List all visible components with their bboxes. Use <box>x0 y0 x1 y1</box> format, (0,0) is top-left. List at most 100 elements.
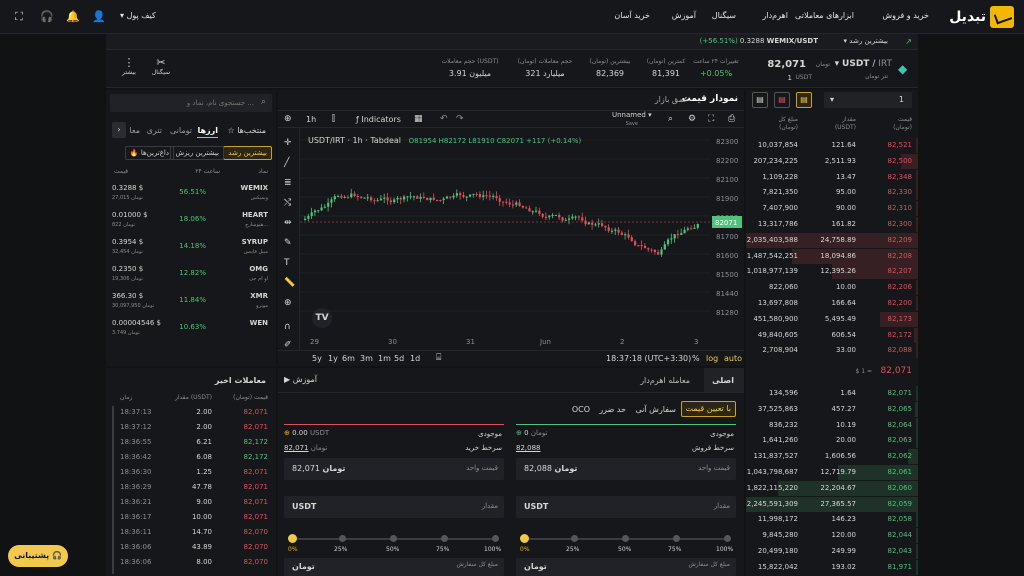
slider-stop[interactable] <box>492 535 499 542</box>
book-row[interactable]: 82,044 120.00 9,845,280 <box>746 528 918 544</box>
add-funds-icon[interactable]: ⊕ <box>516 429 522 437</box>
range-3m[interactable]: 3m <box>360 354 373 363</box>
brush-icon[interactable]: ✎ <box>284 238 292 248</box>
nav-education[interactable]: آموزش <box>672 11 696 20</box>
buy-total-input[interactable]: مبلغ کل سفارش تومان <box>516 558 736 576</box>
magnet-icon[interactable]: ∩ <box>284 322 291 332</box>
range-1m[interactable]: 1m <box>378 354 391 363</box>
layouts-icon[interactable]: ▦ <box>414 114 423 124</box>
tabs-scroll-chevron-icon[interactable]: › <box>112 122 126 138</box>
book-row[interactable]: 82,061 12,719.79 1,043,798,687 <box>746 465 918 480</box>
book-row[interactable]: 82,064 10.19 836,232 <box>746 417 918 433</box>
tab-favorites[interactable]: ☆ منتخب‌ها <box>227 126 266 135</box>
market-row[interactable]: WEN 10.63% 0.00004546 $ 3.749 تومان <box>106 317 276 343</box>
book-view-bids-icon[interactable]: ▤ <box>796 92 812 108</box>
auto-toggle[interactable]: auto <box>724 354 742 363</box>
nav-easy-buy[interactable]: خرید آسان <box>614 11 650 20</box>
market-row[interactable]: XMR مونرو 11.84% 366.30 $ 30,097,950 توم… <box>106 290 276 316</box>
book-row[interactable]: 82,206 10.00 822,060 <box>746 280 918 296</box>
add-symbol-icon[interactable]: ⊕ <box>284 114 292 124</box>
fib-icon[interactable]: ≣ <box>284 178 292 188</box>
book-row[interactable]: 82,088 33.00 2,708,904 <box>746 343 918 359</box>
book-row[interactable]: 82,500 2,511.93 207,234,225 <box>746 153 918 169</box>
bell-icon[interactable]: 🔔 <box>66 10 80 24</box>
redo-icon[interactable]: ↷ <box>456 114 464 124</box>
crosshair-icon[interactable]: ✛ <box>284 138 292 148</box>
nav-buy-sell[interactable]: خرید و فروش <box>882 11 929 20</box>
chip-top-losers[interactable]: بیشترین ریزش <box>170 146 224 160</box>
slider-handle[interactable] <box>520 534 529 543</box>
slider-stop[interactable] <box>390 535 397 542</box>
book-row[interactable]: 82,200 166.64 13,697,808 <box>746 296 918 311</box>
book-row[interactable]: 82,310 90.00 7,407,900 <box>746 201 918 217</box>
chip-hottest[interactable]: 🔥 داغ‌ترین‌ها <box>124 146 174 160</box>
book-row[interactable]: 82,071 1.64 134,596 <box>746 386 918 401</box>
signal-button[interactable]: ✂ سیگنال <box>146 56 176 76</box>
candlestick-chart[interactable]: 8230082200821008190081800817008160081500… <box>300 128 744 350</box>
log-toggle[interactable]: log <box>706 354 718 363</box>
book-row[interactable]: 82,300 161.82 13,317,786 <box>746 217 918 232</box>
sell-total-input[interactable]: مبلغ کل سفارش تومان <box>284 558 504 576</box>
type-oco[interactable]: OCO <box>572 405 590 414</box>
range-6m[interactable]: 6m <box>342 354 355 363</box>
sell-amount-input[interactable]: مقدار USDT <box>284 496 504 518</box>
type-limit[interactable]: با تعیین قیمت <box>680 401 736 417</box>
tab-currencies[interactable]: ارزها <box>197 126 218 138</box>
book-view-both-icon[interactable]: ▤ <box>752 92 768 108</box>
pattern-icon[interactable]: ⤭ <box>284 198 291 208</box>
slider-stop[interactable] <box>339 535 346 542</box>
more-button[interactable]: ⋮ بیشتر <box>114 56 144 76</box>
camera-icon[interactable]: ⎙ <box>728 114 735 124</box>
book-row[interactable]: 82,330 95.00 7,821,350 <box>746 185 918 201</box>
nav-signal[interactable]: سیگنال <box>712 11 736 20</box>
range-1d[interactable]: 1d <box>410 354 420 363</box>
zoom-icon[interactable]: ⊕ <box>284 298 292 308</box>
book-row[interactable]: 82,521 121.64 10,037,854 <box>746 138 918 153</box>
buy-percent-slider[interactable] <box>520 534 731 543</box>
slider-stop[interactable] <box>571 535 578 542</box>
range-1y[interactable]: 1y <box>328 354 338 363</box>
slider-stop[interactable] <box>724 535 731 542</box>
market-search[interactable]: ⌕ <box>110 94 272 112</box>
text-icon[interactable]: T <box>284 258 290 268</box>
support-button[interactable]: پشتیبانی 🎧 <box>8 545 68 567</box>
book-view-asks-icon[interactable]: ▤ <box>774 92 790 108</box>
sell-price-input[interactable]: قیمت واحد تومان 82,071 <box>284 458 504 480</box>
headset-icon[interactable]: 🎧 <box>40 10 54 24</box>
chart-settings-icon[interactable]: ⚙ <box>688 114 696 124</box>
layout-name[interactable]: Unnamed ▾ Save <box>612 111 652 127</box>
market-strip-item[interactable]: (+56.51%) 0.3288 WEMIX/USDT <box>700 37 818 45</box>
book-row[interactable]: 82,209 24,758.89 2,035,403,588 <box>746 232 918 248</box>
measure-icon[interactable]: ⇹ <box>284 218 292 228</box>
book-row[interactable]: 82,348 13.47 1,109,228 <box>746 169 918 185</box>
sell-ceiling[interactable]: 82,071 تومان <box>284 444 327 452</box>
ruler-icon[interactable]: 📏 <box>284 278 295 288</box>
add-funds-icon[interactable]: ⊕ <box>284 429 290 437</box>
book-row[interactable]: 82,062 1,606.56 131,837,527 <box>746 449 918 465</box>
book-row[interactable]: 82,060 22,204.67 1,822,115,220 <box>746 480 918 496</box>
tab-market-depth[interactable]: عمق بازار <box>655 95 688 104</box>
book-row[interactable]: 82,172 606.54 49,840,605 <box>746 327 918 343</box>
market-search-input[interactable] <box>124 97 254 109</box>
trendline-icon[interactable]: ╱ <box>284 158 289 168</box>
nav-leverage[interactable]: اهرم‌دار <box>763 11 788 20</box>
slider-stop[interactable] <box>441 535 448 542</box>
tab-price-chart[interactable]: نمودار قیمت <box>682 94 738 104</box>
undo-icon[interactable]: ↶ <box>440 114 448 124</box>
range-5d[interactable]: 5d <box>394 354 404 363</box>
tab-spot[interactable]: اصلی <box>704 368 744 392</box>
tab-more[interactable]: معا <box>129 126 140 135</box>
wallet-menu[interactable]: ▾ کیف پول <box>120 11 156 20</box>
type-stop[interactable]: حد ضرر <box>599 405 626 414</box>
fullscreen-icon[interactable]: ⛶ <box>12 10 26 24</box>
market-row[interactable]: OMG او ام جی 12.82% 0.2350 $ 19,306 توما… <box>106 263 276 289</box>
tab-tether[interactable]: تتری <box>147 126 162 135</box>
book-row[interactable]: 82,058 146.23 11,998,172 <box>746 512 918 528</box>
chip-top-gainers[interactable]: بیشترین رشد <box>223 146 272 160</box>
buy-ceiling-value[interactable]: 82,088 <box>516 444 541 452</box>
buy-amount-input[interactable]: مقدار USDT <box>516 496 736 518</box>
chart-fullscreen-icon[interactable]: ⛶ <box>708 114 714 124</box>
book-row[interactable]: 82,065 457.27 37,525,863 <box>746 401 918 417</box>
date-range-icon[interactable]: ⌸ <box>436 353 441 363</box>
slider-handle[interactable] <box>288 534 297 543</box>
